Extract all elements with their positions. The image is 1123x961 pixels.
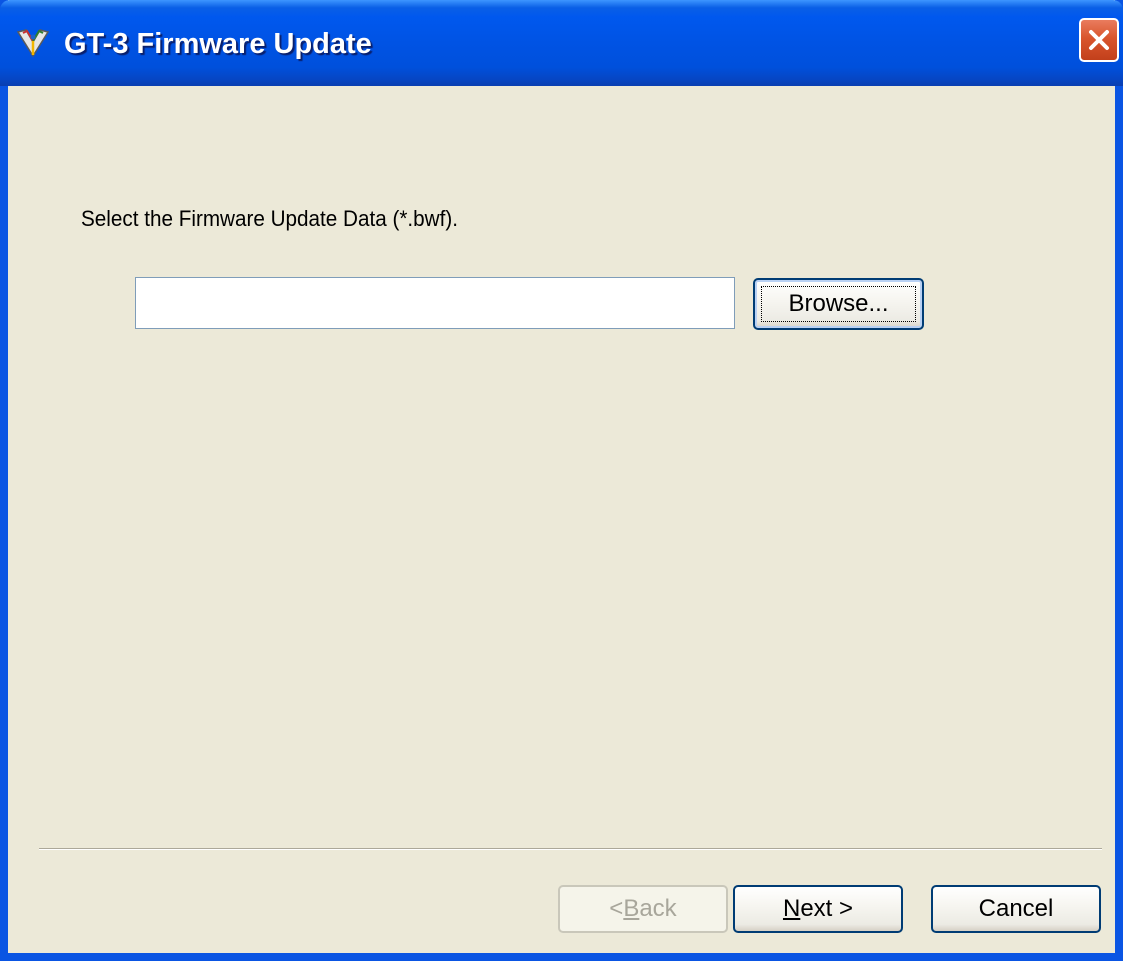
title-bar[interactable]: GT-3 Firmware Update: [0, 0, 1123, 86]
instruction-label: Select the Firmware Update Data (*.bwf).: [81, 206, 458, 231]
browse-button[interactable]: Browse...: [753, 278, 924, 330]
back-button-rest: ack: [639, 895, 677, 922]
close-icon: [1089, 30, 1109, 50]
app-icon: [14, 28, 52, 58]
cancel-button[interactable]: Cancel: [931, 885, 1101, 933]
close-button[interactable]: [1079, 18, 1119, 62]
cancel-button-label: Cancel: [978, 895, 1054, 922]
firmware-update-window: GT-3 Firmware Update Select the Firmware…: [0, 0, 1123, 961]
back-button-prefix: <: [609, 895, 624, 922]
back-button-accel: B: [623, 895, 640, 922]
next-button-rest: ext >: [800, 895, 854, 922]
footer-separator: [39, 848, 1102, 850]
next-button-accel: N: [782, 895, 801, 922]
window-title: GT-3 Firmware Update: [64, 28, 372, 60]
next-button[interactable]: Next >: [733, 885, 903, 933]
firmware-file-path-input[interactable]: [135, 277, 735, 329]
browse-button-label: Browse...: [761, 286, 916, 322]
back-button[interactable]: < Back: [558, 885, 728, 933]
